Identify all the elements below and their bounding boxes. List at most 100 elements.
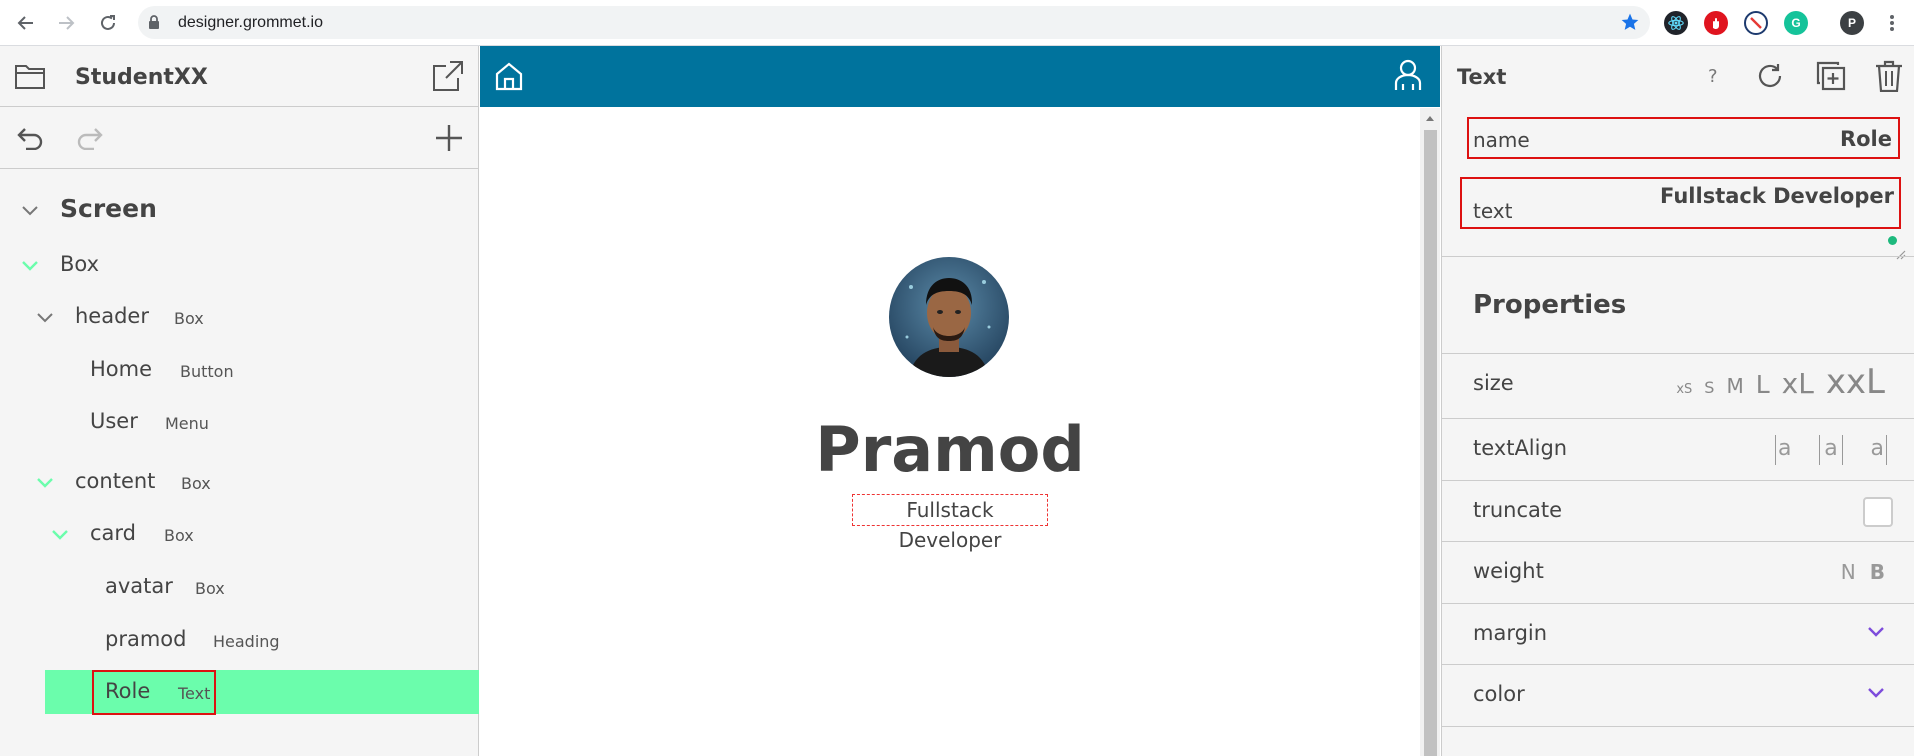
- tree-item-pramod[interactable]: pramod Heading: [0, 618, 479, 662]
- tree-item-avatar[interactable]: avatar Box: [0, 565, 479, 609]
- name-value[interactable]: Role: [1840, 127, 1892, 151]
- grammarly-icon[interactable]: G: [1784, 11, 1808, 35]
- text-label: text: [1473, 199, 1513, 223]
- size-options: xS S M L xL xxL: [1676, 362, 1885, 402]
- back-icon[interactable]: [12, 9, 40, 37]
- text-value[interactable]: Fullstack Developer: [1660, 184, 1894, 208]
- role-text[interactable]: Fullstack Developer: [852, 494, 1048, 552]
- redo-icon[interactable]: [76, 126, 104, 150]
- tree-item-type: Button: [180, 362, 234, 381]
- status-dot: [1888, 236, 1897, 245]
- project-name: StudentXX: [75, 65, 208, 90]
- divider: [1442, 726, 1914, 727]
- chevron-down-icon[interactable]: [20, 200, 40, 224]
- prop-truncate: truncate: [1442, 480, 1914, 540]
- prop-weight: weight N B: [1442, 541, 1914, 601]
- address-bar[interactable]: designer.grommet.io: [138, 6, 1650, 39]
- tree-item-content[interactable]: content Box: [0, 460, 479, 504]
- weight-normal-option[interactable]: N: [1841, 560, 1856, 584]
- margin-label: margin: [1473, 621, 1548, 645]
- text-field[interactable]: text Fullstack Developer: [1460, 177, 1901, 229]
- layers-panel: StudentXX Screen Box header Box Home But…: [0, 46, 479, 756]
- trash-icon[interactable]: [1875, 60, 1903, 92]
- canvas-scrollbar[interactable]: [1420, 108, 1440, 756]
- properties-header: Text ?: [1442, 46, 1914, 107]
- chevron-down-icon[interactable]: [20, 255, 40, 279]
- size-option-xs[interactable]: xS: [1676, 382, 1692, 397]
- size-option-xl[interactable]: xL: [1782, 367, 1814, 400]
- prop-textalign: textAlign a a a: [1442, 418, 1914, 478]
- forward-icon[interactable]: [52, 9, 80, 37]
- size-label: size: [1473, 371, 1514, 395]
- bookmark-star-icon[interactable]: [1620, 12, 1640, 36]
- properties-panel: Text ? name Role text Fullstack Develope…: [1441, 46, 1914, 756]
- tree-item-label: card: [90, 521, 137, 545]
- folder-icon[interactable]: [15, 63, 45, 89]
- tree-item-role[interactable]: Role Text: [0, 670, 479, 715]
- url-text: designer.grommet.io: [178, 14, 323, 31]
- color-label: color: [1473, 682, 1525, 706]
- tree-item-label: Role: [105, 679, 151, 703]
- user-icon[interactable]: [1393, 59, 1423, 91]
- prop-size: size xS S M L xL xxL: [1442, 353, 1914, 413]
- chevron-down-icon[interactable]: [1867, 626, 1885, 638]
- undo-icon[interactable]: [16, 126, 44, 150]
- app-header: [480, 46, 1440, 107]
- align-start-option[interactable]: a: [1775, 435, 1799, 465]
- tree-item-label: header: [75, 304, 149, 328]
- size-option-l[interactable]: L: [1756, 370, 1770, 399]
- resize-handle-icon[interactable]: [1894, 248, 1906, 260]
- react-devtools-icon[interactable]: [1664, 11, 1688, 35]
- left-panel-header: StudentXX: [0, 46, 479, 107]
- weight-bold-option[interactable]: B: [1870, 560, 1885, 584]
- truncate-checkbox[interactable]: [1863, 497, 1893, 527]
- tree-item-label: Home: [90, 357, 153, 381]
- tree-item-type: Heading: [213, 632, 280, 651]
- properties-title: Properties: [1473, 290, 1627, 320]
- align-end-option[interactable]: a: [1863, 435, 1887, 465]
- home-icon[interactable]: [494, 61, 524, 91]
- chevron-down-icon[interactable]: [35, 307, 55, 331]
- tree-item-label: Screen: [60, 194, 157, 223]
- tree-item-user[interactable]: User Menu: [0, 400, 479, 444]
- reset-icon[interactable]: [1756, 62, 1784, 90]
- size-option-xxl[interactable]: xxL: [1826, 362, 1885, 402]
- design-canvas: Pramod Fullstack Developer: [480, 46, 1440, 756]
- tree-item-type: Box: [174, 309, 204, 328]
- tree-item-home[interactable]: Home Button: [0, 348, 479, 392]
- tree-item-type: Box: [181, 474, 211, 493]
- help-icon[interactable]: ?: [1708, 66, 1718, 87]
- weight-options: N B: [1841, 560, 1885, 584]
- tree-item-screen[interactable]: Screen: [0, 188, 479, 232]
- heading-pramod[interactable]: Pramod: [480, 413, 1420, 486]
- tree-item-card[interactable]: card Box: [0, 512, 479, 556]
- browser-menu-icon[interactable]: [1878, 9, 1906, 37]
- scrollbar-thumb[interactable]: [1424, 130, 1437, 756]
- add-icon[interactable]: [435, 124, 463, 152]
- adblock-icon[interactable]: [1704, 11, 1728, 35]
- name-label: name: [1473, 128, 1530, 152]
- tree-item-type: Menu: [165, 414, 209, 433]
- scroll-up-icon[interactable]: [1425, 114, 1435, 122]
- tree-item-box[interactable]: Box: [0, 243, 479, 287]
- chevron-down-icon[interactable]: [1867, 687, 1885, 699]
- align-center-option[interactable]: a: [1819, 435, 1843, 465]
- prop-margin[interactable]: margin: [1442, 603, 1914, 663]
- textalign-options: a a a: [1775, 435, 1887, 465]
- duplicate-icon[interactable]: [1816, 61, 1846, 91]
- chevron-down-icon[interactable]: [50, 524, 70, 548]
- reload-icon[interactable]: [94, 9, 122, 37]
- profile-avatar[interactable]: P: [1840, 11, 1864, 35]
- chevron-down-icon[interactable]: [35, 472, 55, 496]
- avatar: [889, 257, 1009, 377]
- open-external-icon[interactable]: [432, 60, 464, 92]
- block-icon[interactable]: [1744, 11, 1768, 35]
- size-option-m[interactable]: M: [1726, 374, 1743, 398]
- tree-item-label: content: [75, 469, 156, 493]
- component-type-title: Text: [1457, 65, 1507, 89]
- size-option-s[interactable]: S: [1704, 378, 1714, 397]
- prop-color[interactable]: color: [1442, 664, 1914, 724]
- browser-toolbar: designer.grommet.io G P: [0, 0, 1914, 46]
- tree-item-header[interactable]: header Box: [0, 295, 479, 339]
- name-field[interactable]: name Role: [1467, 117, 1900, 159]
